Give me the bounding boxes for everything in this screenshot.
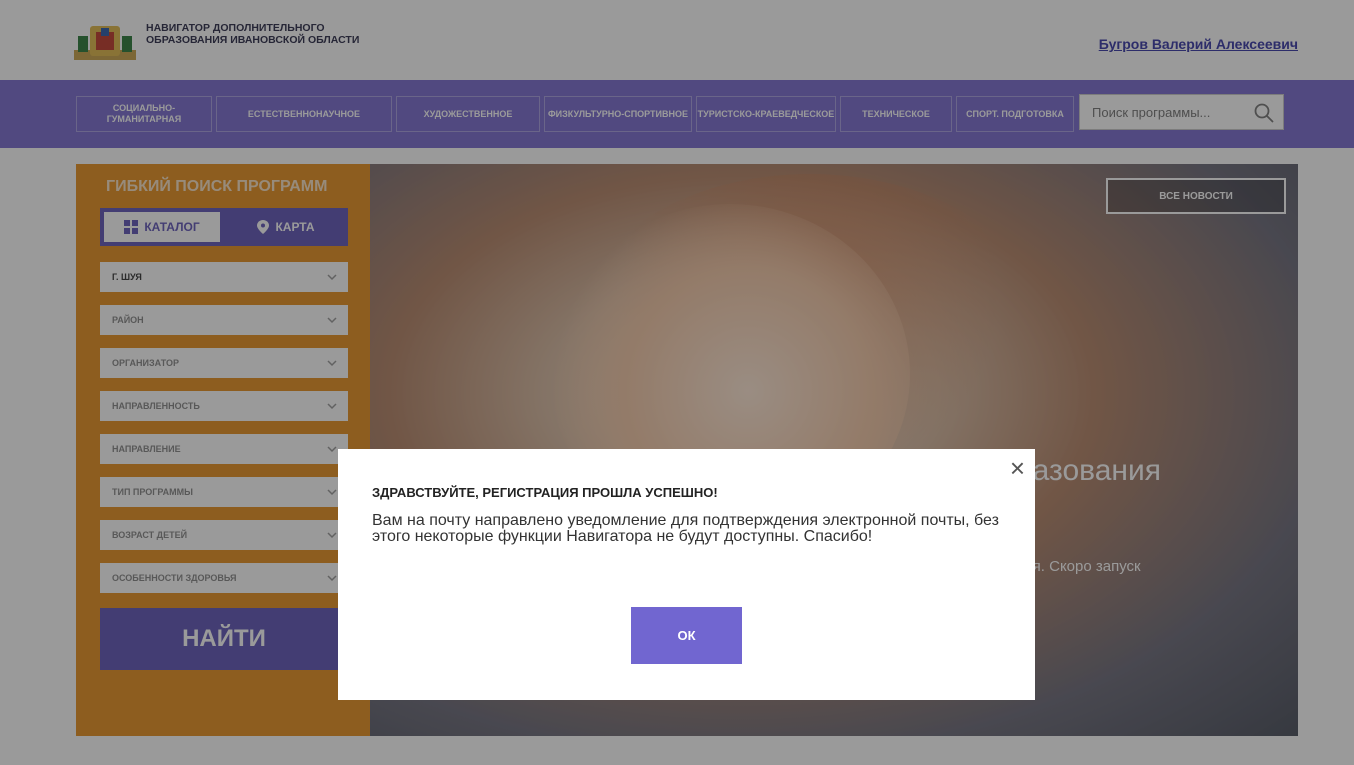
registration-success-dialog: × ЗДРАВСТВУЙТЕ, РЕГИСТРАЦИЯ ПРОШЛА УСПЕШ… xyxy=(338,449,1035,700)
dialog-title: ЗДРАВСТВУЙТЕ, РЕГИСТРАЦИЯ ПРОШЛА УСПЕШНО… xyxy=(372,485,718,500)
close-icon[interactable]: × xyxy=(1010,455,1025,481)
ok-button[interactable]: ОК xyxy=(631,607,742,664)
dialog-message: Вам на почту направлено уведомление для … xyxy=(372,512,999,545)
